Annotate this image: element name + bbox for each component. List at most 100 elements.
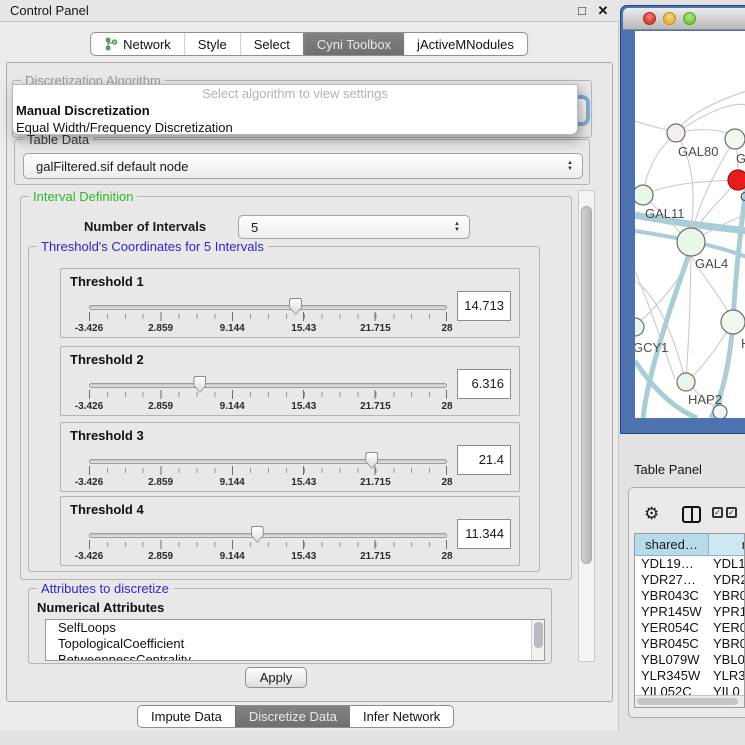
column-header-shared[interactable]: shared… <box>635 534 709 555</box>
zoom-traffic-light-icon[interactable] <box>683 12 696 25</box>
network-window-titlebar[interactable] <box>623 8 745 30</box>
checkbox-icon[interactable] <box>726 507 737 518</box>
threshold-4-value-field[interactable]: 11.344 <box>457 519 511 549</box>
column-layout-icon[interactable] <box>682 506 701 523</box>
slider-track[interactable] <box>89 459 447 464</box>
node-gcy1[interactable] <box>635 318 644 336</box>
interval-definition-group-title: Interval Definition <box>29 189 137 204</box>
tab-select-label: Select <box>254 37 290 52</box>
algorithm-option-equal-width[interactable]: Equal Width/Frequency Discretization <box>13 119 577 135</box>
list-item[interactable]: TopologicalCoefficient <box>46 636 544 652</box>
checkbox-icon[interactable] <box>712 507 723 518</box>
threshold-coordinates-group-title: Threshold's Coordinates for 5 Intervals <box>37 239 268 254</box>
panel-scrollbar-thumb[interactable] <box>581 206 592 564</box>
slider-major-ticks <box>89 540 447 549</box>
node-gal80[interactable] <box>667 124 685 142</box>
list-scrollbar[interactable] <box>531 620 544 660</box>
table-data-select[interactable]: galFiltered.sif default node ▲▼ <box>23 153 583 179</box>
threshold-4-label: Threshold 4 <box>70 502 144 517</box>
table-row[interactable]: YBR043CYBR0 <box>635 588 744 604</box>
tab-style[interactable]: Style <box>184 33 240 55</box>
list-item[interactable]: SelfLoops <box>46 620 544 636</box>
threshold-2-value-field[interactable]: 6.316 <box>457 369 511 399</box>
threshold-3-slider[interactable]: -3.4262.8599.14415.4321.71528 <box>89 449 447 489</box>
tab-jactivemnodules[interactable]: jActiveMNodules <box>404 33 527 55</box>
tab-select[interactable]: Select <box>240 33 303 55</box>
tab-impute-data[interactable]: Impute Data <box>138 706 235 727</box>
slider-tick-labels: -3.4262.8599.14415.4321.71528 <box>89 323 447 334</box>
close-traffic-light-icon[interactable] <box>643 12 656 25</box>
numerical-attributes-list[interactable]: SelfLoops TopologicalCoefficient Between… <box>45 619 545 661</box>
tab-network-label: Network <box>123 37 171 52</box>
algorithm-option-manual[interactable]: Manual Discretization <box>13 102 577 119</box>
float-window-icon[interactable]: □ <box>574 3 590 19</box>
number-of-intervals-select[interactable]: 5 ▲▼ <box>238 215 470 239</box>
threshold-4-slider[interactable]: -3.4262.8599.14415.4321.71528 <box>89 523 447 563</box>
algorithm-hint-option[interactable]: Select algorithm to view settings <box>13 85 577 102</box>
stepper-arrows-icon: ▲▼ <box>454 221 460 233</box>
node-top-right[interactable] <box>725 129 745 149</box>
table-row[interactable]: YLR345WYLR3 <box>635 668 744 684</box>
node-label: H <box>741 336 745 351</box>
control-panel-window: Control Panel □ ✕ Network Style Select C… <box>0 0 619 731</box>
threshold-row-3: Threshold 3 -3.4262.8599.14415.4321.7152… <box>60 422 520 492</box>
minimize-traffic-light-icon[interactable] <box>663 12 676 25</box>
node-h[interactable] <box>721 310 745 334</box>
table-row[interactable]: YDL19…YDL1 <box>635 556 744 572</box>
tab-network[interactable]: Network <box>91 33 184 55</box>
tab-jactivemnodules-label: jActiveMNodules <box>417 37 514 52</box>
slider-track[interactable] <box>89 305 447 310</box>
slider-major-ticks <box>89 466 447 475</box>
node-table-header: shared… na <box>635 534 744 556</box>
tab-infer-network-label: Infer Network <box>363 709 440 724</box>
table-data-group: Table Data galFiltered.sif default node … <box>14 139 590 185</box>
attributes-group-title: Attributes to discretize <box>37 581 173 596</box>
column-header-name[interactable]: na <box>709 534 745 555</box>
table-row[interactable]: YDR27…YDR2 <box>635 572 744 588</box>
list-item[interactable]: BetweennessCentrality <box>46 652 544 661</box>
screen: Control Panel □ ✕ Network Style Select C… <box>0 0 745 745</box>
node-gal4[interactable] <box>677 228 705 256</box>
slider-major-ticks <box>89 312 447 321</box>
gear-icon[interactable]: ⚙ <box>644 504 659 524</box>
node-red[interactable] <box>728 170 745 190</box>
threshold-row-4: Threshold 4 -3.4262.8599.14415.4321.7152… <box>60 496 520 566</box>
threshold-1-slider[interactable]: -3.4262.8599.14415.4321.71528 <box>89 295 447 335</box>
panel-scrollbar[interactable] <box>578 190 595 662</box>
tab-cyni-toolbox[interactable]: Cyni Toolbox <box>303 33 404 55</box>
network-canvas[interactable]: GAL80 GA C GAL11 GAL4 GCY1 H HAP2 <box>635 31 745 418</box>
slider-tick-labels: -3.4262.8599.14415.4321.71528 <box>89 551 447 562</box>
numerical-attributes-label: Numerical Attributes <box>37 600 164 615</box>
network-view-window: GAL80 GA C GAL11 GAL4 GCY1 H HAP2 <box>620 5 745 434</box>
number-of-intervals-label: Number of Intervals <box>84 219 206 234</box>
tab-infer-network[interactable]: Infer Network <box>350 706 453 727</box>
threshold-row-2: Threshold 2 -3.4262.8599.14415.4321.7152… <box>60 346 520 416</box>
network-icon <box>104 37 118 51</box>
algorithm-dropdown-popup: Select algorithm to view settings Manual… <box>12 84 578 135</box>
table-row[interactable]: YPR145WYPR1 <box>635 604 744 620</box>
threshold-1-value-field[interactable]: 14.713 <box>457 291 511 321</box>
node-hap2[interactable] <box>677 373 695 391</box>
apply-button[interactable]: Apply <box>245 667 307 688</box>
node-label: GCY1 <box>635 340 668 355</box>
node-label: GAL11 <box>645 206 685 221</box>
slider-track[interactable] <box>89 383 447 388</box>
threshold-3-value-field[interactable]: 21.4 <box>457 445 511 475</box>
tab-discretize-data[interactable]: Discretize Data <box>235 706 350 727</box>
threshold-3-label: Threshold 3 <box>70 428 144 443</box>
threshold-2-slider[interactable]: -3.4262.8599.14415.4321.71528 <box>89 373 447 413</box>
table-horizontal-scrollbar[interactable] <box>635 695 744 707</box>
node-gal11[interactable] <box>635 185 653 205</box>
node-table: shared… na YDL19…YDL1 YDR27…YDR2 YBR043C… <box>634 533 745 708</box>
table-row[interactable]: YBR045CYBR0 <box>635 636 744 652</box>
threshold-row-1: Threshold 1 -3.4262.8599.14415.4321.7152… <box>60 268 520 338</box>
close-icon[interactable]: ✕ <box>595 3 611 19</box>
table-scrollbar-thumb[interactable] <box>637 698 738 705</box>
slider-track[interactable] <box>89 533 447 538</box>
table-row[interactable]: YBL079WYBL0 <box>635 652 744 668</box>
tab-cyni-toolbox-label: Cyni Toolbox <box>317 37 391 52</box>
node-label: C <box>740 189 745 204</box>
table-row[interactable]: YER054CYER0 <box>635 620 744 636</box>
threshold-1-label: Threshold 1 <box>70 274 144 289</box>
list-scrollbar-thumb[interactable] <box>534 622 543 648</box>
